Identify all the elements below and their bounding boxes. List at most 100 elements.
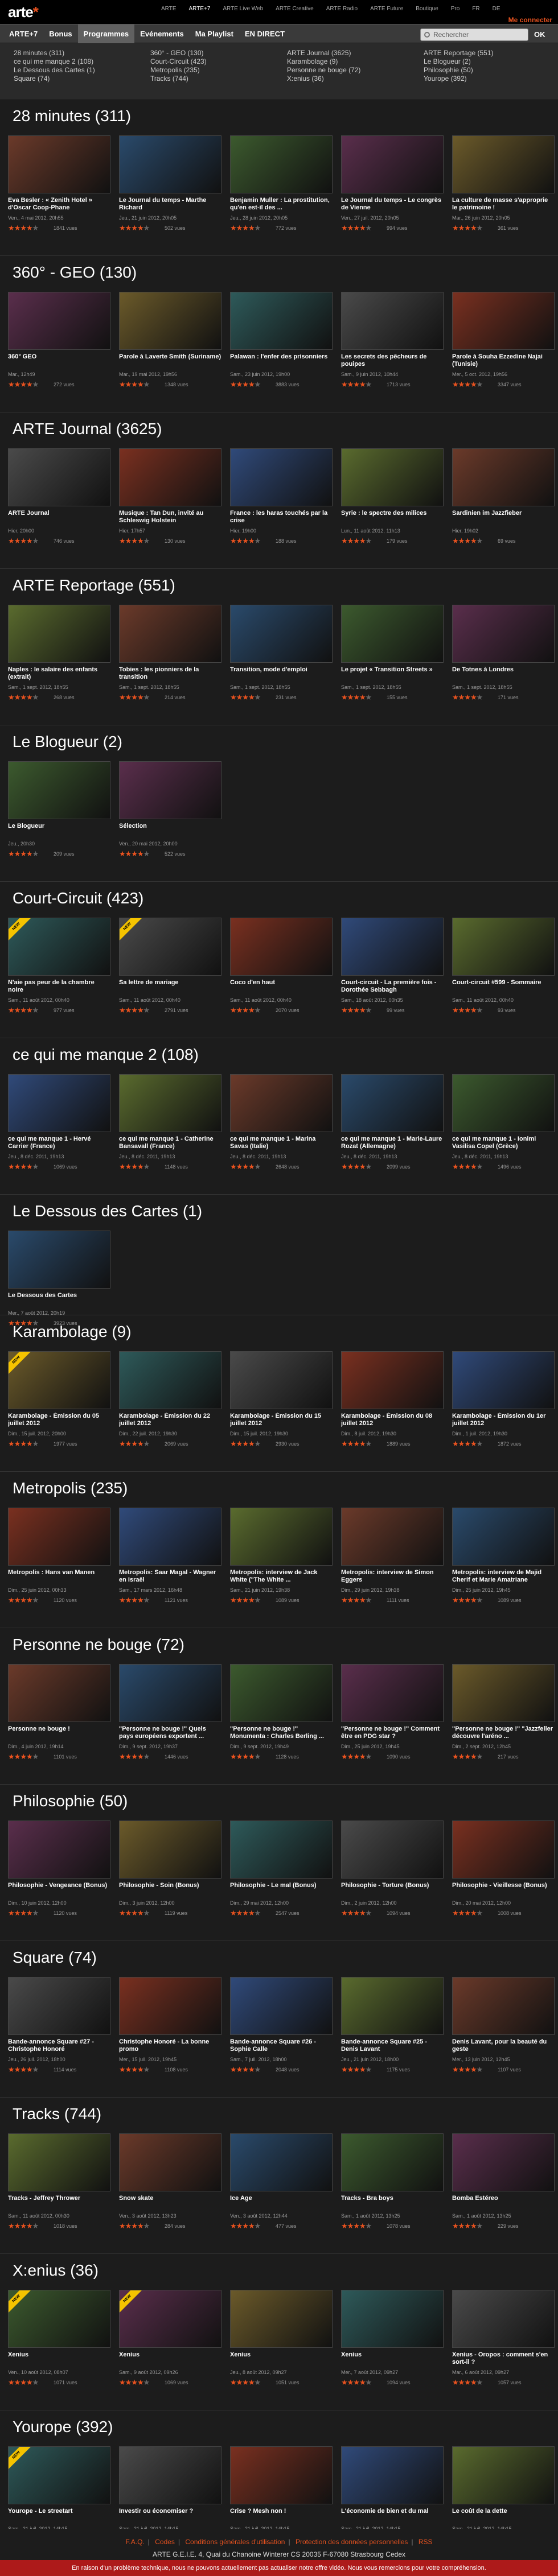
star-icon[interactable]: ★: [359, 1596, 366, 1604]
star-icon[interactable]: ★: [347, 1439, 354, 1448]
video-title[interactable]: Le coût de la dette: [452, 2508, 555, 2515]
star-icon[interactable]: ★: [26, 2378, 33, 2387]
video-thumbnail[interactable]: [119, 1820, 221, 1879]
rating-stars[interactable]: ★★★★★: [230, 1909, 261, 1918]
rating-stars[interactable]: ★★★★★: [341, 1596, 372, 1605]
video-thumbnail[interactable]: [230, 448, 333, 506]
section-title[interactable]: Square (74): [13, 1948, 97, 1967]
video-thumbnail[interactable]: NEW: [119, 918, 221, 976]
star-icon[interactable]: ★: [8, 1162, 15, 1171]
program-link[interactable]: ARTE Reportage (551): [424, 49, 494, 57]
toplink-radio[interactable]: ARTE Radio: [320, 6, 364, 12]
star-icon[interactable]: ★: [452, 536, 459, 545]
video-thumbnail[interactable]: [341, 1351, 444, 1409]
arte-logo[interactable]: arte*: [8, 3, 39, 21]
star-icon[interactable]: ★: [255, 1909, 261, 1917]
video-thumbnail[interactable]: [341, 1074, 444, 1132]
video-title[interactable]: Eva Besler : « Zenith Hotel » d'Oscar Co…: [8, 197, 110, 212]
rating-stars[interactable]: ★★★★★: [452, 1006, 483, 1015]
rating-stars[interactable]: ★★★★★: [230, 1596, 261, 1605]
star-icon[interactable]: ★: [236, 2378, 243, 2387]
star-icon[interactable]: ★: [32, 1909, 39, 1917]
search-input[interactable]: Rechercher: [420, 28, 528, 41]
video-thumbnail[interactable]: [341, 135, 444, 193]
star-icon[interactable]: ★: [8, 1596, 15, 1604]
star-icon[interactable]: ★: [230, 1596, 237, 1604]
video-title[interactable]: Yourope - Le streetart: [8, 2508, 110, 2515]
toplink-lang-de[interactable]: DE: [486, 6, 507, 12]
video-title[interactable]: Karambolage - Émission du 15 juillet 201…: [230, 1413, 333, 1427]
star-icon[interactable]: ★: [458, 1909, 465, 1917]
video-thumbnail[interactable]: [8, 292, 110, 350]
star-icon[interactable]: ★: [366, 1006, 372, 1014]
video-thumbnail[interactable]: [119, 1351, 221, 1409]
video-title[interactable]: Palawan : l'enfer des prisonniers: [230, 353, 333, 361]
program-link[interactable]: 28 minutes (311): [14, 49, 95, 57]
rating-stars[interactable]: ★★★★★: [119, 536, 150, 546]
star-icon[interactable]: ★: [366, 1439, 372, 1448]
star-icon[interactable]: ★: [143, 224, 150, 232]
star-icon[interactable]: ★: [464, 2065, 471, 2074]
star-icon[interactable]: ★: [32, 2222, 39, 2230]
program-link[interactable]: Le Blogueur (2): [424, 57, 494, 66]
star-icon[interactable]: ★: [347, 1909, 354, 1917]
section-title[interactable]: 28 minutes (311): [13, 107, 131, 125]
video-thumbnail[interactable]: [230, 2133, 333, 2191]
star-icon[interactable]: ★: [20, 849, 27, 858]
star-icon[interactable]: ★: [452, 224, 459, 232]
video-title[interactable]: Naples : le salaire des enfants (extrait…: [8, 666, 110, 681]
video-thumbnail[interactable]: [119, 605, 221, 663]
rating-stars[interactable]: ★★★★★: [8, 2222, 39, 2231]
video-title[interactable]: N'aie pas peur de la chambre noire: [8, 979, 110, 994]
video-thumbnail[interactable]: [341, 2133, 444, 2191]
star-icon[interactable]: ★: [341, 693, 348, 701]
star-icon[interactable]: ★: [477, 2378, 483, 2387]
video-title[interactable]: Karambolage - Émission du 1er juillet 20…: [452, 1413, 555, 1427]
star-icon[interactable]: ★: [143, 1006, 150, 1014]
program-link[interactable]: Karambolage (9): [287, 57, 360, 66]
rating-stars[interactable]: ★★★★★: [230, 2378, 261, 2387]
star-icon[interactable]: ★: [8, 1752, 15, 1761]
rating-stars[interactable]: ★★★★★: [8, 849, 39, 858]
star-icon[interactable]: ★: [119, 2222, 126, 2230]
star-icon[interactable]: ★: [26, 1006, 33, 1014]
star-icon[interactable]: ★: [464, 1439, 471, 1448]
star-icon[interactable]: ★: [452, 693, 459, 701]
section-title[interactable]: ce qui me manque 2 (108): [13, 1046, 199, 1064]
star-icon[interactable]: ★: [119, 2378, 126, 2387]
video-thumbnail[interactable]: [230, 605, 333, 663]
star-icon[interactable]: ★: [255, 1006, 261, 1014]
star-icon[interactable]: ★: [119, 380, 126, 389]
star-icon[interactable]: ★: [347, 2378, 354, 2387]
section-title[interactable]: Yourope (392): [13, 2418, 113, 2436]
star-icon[interactable]: ★: [230, 2065, 237, 2074]
star-icon[interactable]: ★: [353, 2378, 360, 2387]
toplink-pro[interactable]: Pro: [445, 6, 466, 12]
star-icon[interactable]: ★: [458, 1752, 465, 1761]
video-title[interactable]: Snow skate: [119, 2195, 221, 2202]
video-thumbnail[interactable]: [119, 1977, 221, 2035]
star-icon[interactable]: ★: [458, 2378, 465, 2387]
star-icon[interactable]: ★: [20, 380, 27, 389]
star-icon[interactable]: ★: [452, 1752, 459, 1761]
star-icon[interactable]: ★: [464, 224, 471, 232]
toplink-boutique[interactable]: Boutique: [409, 6, 444, 12]
star-icon[interactable]: ★: [14, 1162, 21, 1171]
star-icon[interactable]: ★: [119, 1752, 126, 1761]
star-icon[interactable]: ★: [131, 2065, 138, 2074]
video-title[interactable]: Bande-annonce Square #27 - Christophe Ho…: [8, 2038, 110, 2053]
footer-link-faq[interactable]: F.A.Q.: [122, 2538, 147, 2546]
star-icon[interactable]: ★: [347, 2065, 354, 2074]
star-icon[interactable]: ★: [248, 1162, 255, 1171]
login-link[interactable]: Me connecter: [508, 16, 552, 24]
star-icon[interactable]: ★: [242, 1439, 249, 1448]
star-icon[interactable]: ★: [255, 2222, 261, 2230]
video-thumbnail[interactable]: [452, 1820, 555, 1879]
star-icon[interactable]: ★: [255, 2378, 261, 2387]
star-icon[interactable]: ★: [20, 1006, 27, 1014]
star-icon[interactable]: ★: [14, 1006, 21, 1014]
video-thumbnail[interactable]: [119, 448, 221, 506]
star-icon[interactable]: ★: [32, 1162, 39, 1171]
star-icon[interactable]: ★: [230, 2378, 237, 2387]
star-icon[interactable]: ★: [464, 380, 471, 389]
